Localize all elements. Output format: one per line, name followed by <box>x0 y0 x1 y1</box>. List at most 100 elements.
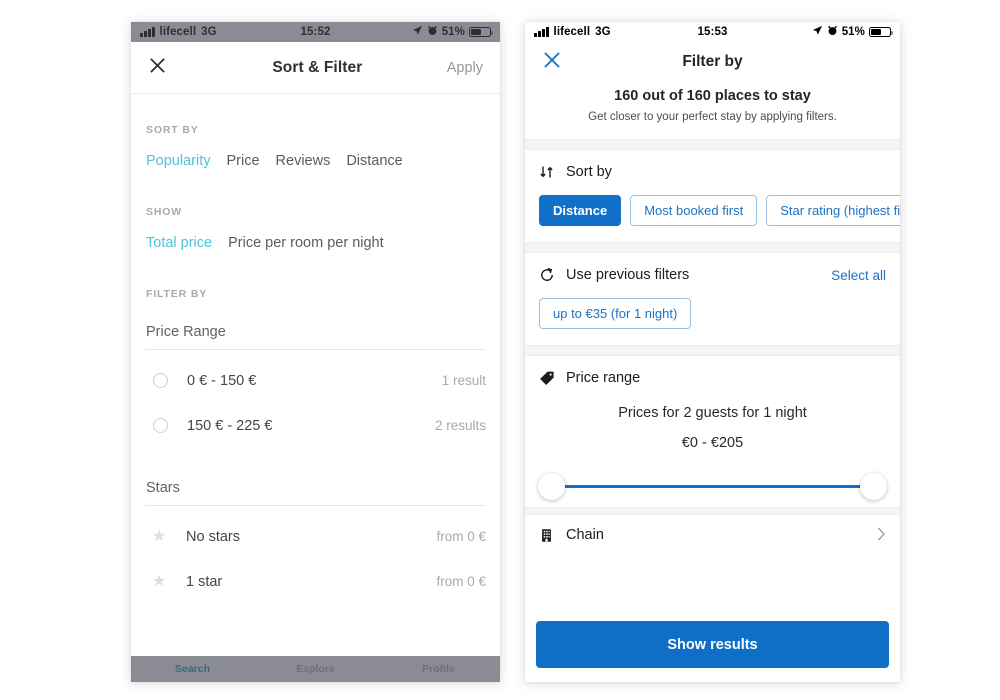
chevron-right-icon <box>877 527 886 544</box>
tab-explore[interactable]: Explore <box>254 663 377 675</box>
phone-screen-sort-and-filter: lifecell 3G 15:52 51% Sort & Filter Appl… <box>131 22 500 682</box>
table-row[interactable]: ★ 1 star from 0 € <box>145 559 486 604</box>
clock: 15:52 <box>300 26 331 38</box>
show-options: Total price Price per room per night <box>145 218 486 251</box>
battery-icon <box>469 26 494 38</box>
page-title: Sort & Filter <box>272 58 363 76</box>
chip-sort-most-booked-first[interactable]: Most booked first <box>630 195 758 226</box>
chain-row[interactable]: Chain <box>525 515 900 555</box>
previous-filters-chips: up to €35 (for 1 night) <box>525 283 900 329</box>
sort-filter-body: SORT BY Popularity Price Reviews Distanc… <box>131 94 500 604</box>
building-icon <box>539 528 561 543</box>
price-range-section: Price range Prices for 2 guests for 1 ni… <box>525 356 900 507</box>
stars-option-price: from 0 € <box>436 574 486 589</box>
phone-screen-filter-by: lifecell 3G 15:53 51% Filter by 160 out … <box>525 22 900 682</box>
price-range-slider[interactable] <box>538 471 887 501</box>
carrier-name: lifecell <box>553 26 591 38</box>
location-arrow-icon <box>412 25 423 39</box>
chain-title: Chain <box>566 527 604 543</box>
close-icon[interactable] <box>542 50 578 75</box>
table-row[interactable]: 150 € - 225 € 2 results <box>145 403 486 448</box>
results-headline: 160 out of 160 places to stay <box>614 88 811 104</box>
divider <box>145 349 486 350</box>
filter-by-header: Filter by <box>525 42 900 82</box>
sort-by-options: Popularity Price Reviews Distance <box>145 136 486 169</box>
signal-bars-icon <box>534 27 549 37</box>
sort-filter-header: Sort & Filter Apply <box>131 42 500 94</box>
chip-previous-filter-price[interactable]: up to €35 (for 1 night) <box>539 298 692 329</box>
previous-filters-title: Use previous filters <box>566 267 690 283</box>
sort-option-price[interactable]: Price <box>226 153 259 169</box>
chip-sort-distance[interactable]: Distance <box>539 195 622 226</box>
show-label: SHOW <box>146 206 183 218</box>
sort-arrows-icon <box>539 164 561 180</box>
screenshot-stage: lifecell 3G 15:52 51% Sort & Filter Appl… <box>0 0 1000 700</box>
sort-by-title: Sort by <box>566 164 612 180</box>
history-icon <box>539 267 561 283</box>
network-type: 3G <box>595 26 611 38</box>
results-summary: 160 out of 160 places to stay Get closer… <box>525 82 900 139</box>
price-range-title: Price range <box>566 370 641 386</box>
sort-option-distance[interactable]: Distance <box>346 153 402 169</box>
sort-by-chips: Distance Most booked first Star rating (… <box>525 180 900 226</box>
result-count: 1 result <box>441 373 486 388</box>
filter-by-label: FILTER BY <box>146 288 208 300</box>
tab-profile[interactable]: Profile <box>377 663 500 675</box>
star-icon: ★ <box>152 527 167 545</box>
bottom-tab-bar: Search Explore Profile <box>131 656 500 682</box>
section-divider <box>525 345 900 356</box>
clock: 15:53 <box>697 26 728 38</box>
table-row[interactable]: ★ No stars from 0 € <box>145 514 486 559</box>
battery-icon <box>869 26 894 38</box>
select-all-link[interactable]: Select all <box>831 268 886 283</box>
slider-handle-max[interactable] <box>860 473 887 500</box>
sort-by-label: SORT BY <box>146 124 199 136</box>
section-divider <box>525 139 900 150</box>
signal-bars-icon <box>140 27 155 37</box>
alarm-clock-icon <box>427 25 438 39</box>
divider <box>145 505 486 506</box>
section-divider <box>525 242 900 253</box>
sort-option-popularity[interactable]: Popularity <box>146 153 210 169</box>
price-range-field-label: Price Range <box>146 324 226 340</box>
tag-icon <box>539 370 561 386</box>
sort-by-section: Sort by Distance Most booked first Star … <box>525 150 900 242</box>
status-bar: lifecell 3G 15:52 51% <box>131 22 500 42</box>
price-guests-line: Prices for 2 guests for 1 night <box>618 405 807 421</box>
apply-button[interactable]: Apply <box>447 60 483 76</box>
result-count: 2 results <box>434 418 486 433</box>
slider-handle-min[interactable] <box>538 473 565 500</box>
stars-field-label: Stars <box>146 480 180 496</box>
price-range-option-label: 0 € - 150 € <box>187 372 257 389</box>
sort-option-reviews[interactable]: Reviews <box>276 153 331 169</box>
radio-icon[interactable] <box>153 418 168 433</box>
stars-option-price: from 0 € <box>436 529 486 544</box>
table-row[interactable]: 0 € - 150 € 1 result <box>145 358 486 403</box>
show-results-button[interactable]: Show results <box>536 621 889 668</box>
price-value-line: €0 - €205 <box>681 435 744 451</box>
price-range-field: Price Range 0 € - 150 € 1 result 150 € -… <box>145 324 486 448</box>
battery-percent: 51% <box>841 26 866 38</box>
radio-icon[interactable] <box>153 373 168 388</box>
close-icon[interactable] <box>148 56 188 80</box>
carrier-name: lifecell <box>159 26 197 38</box>
previous-filters-section: Use previous filters Select all up to €3… <box>525 253 900 345</box>
stars-option-label: No stars <box>186 528 240 545</box>
show-option-per-room-per-night[interactable]: Price per room per night <box>228 235 384 251</box>
alarm-clock-icon <box>827 25 838 39</box>
slider-track <box>548 485 877 488</box>
status-bar: lifecell 3G 15:53 51% <box>525 22 900 42</box>
results-subline: Get closer to your perfect stay by apply… <box>588 111 837 123</box>
location-arrow-icon <box>812 25 823 39</box>
price-range-option-label: 150 € - 225 € <box>187 417 273 434</box>
stars-option-label: 1 star <box>186 573 223 590</box>
battery-percent: 51% <box>441 26 466 38</box>
show-option-total-price[interactable]: Total price <box>146 235 212 251</box>
chip-sort-star-rating[interactable]: Star rating (highest fi <box>766 195 900 226</box>
network-type: 3G <box>201 26 217 38</box>
tab-search[interactable]: Search <box>131 663 254 675</box>
section-divider <box>525 507 900 515</box>
page-title: Filter by <box>682 53 743 70</box>
star-icon: ★ <box>152 572 167 590</box>
stars-field: Stars ★ No stars from 0 € ★ 1 star from … <box>145 480 486 604</box>
